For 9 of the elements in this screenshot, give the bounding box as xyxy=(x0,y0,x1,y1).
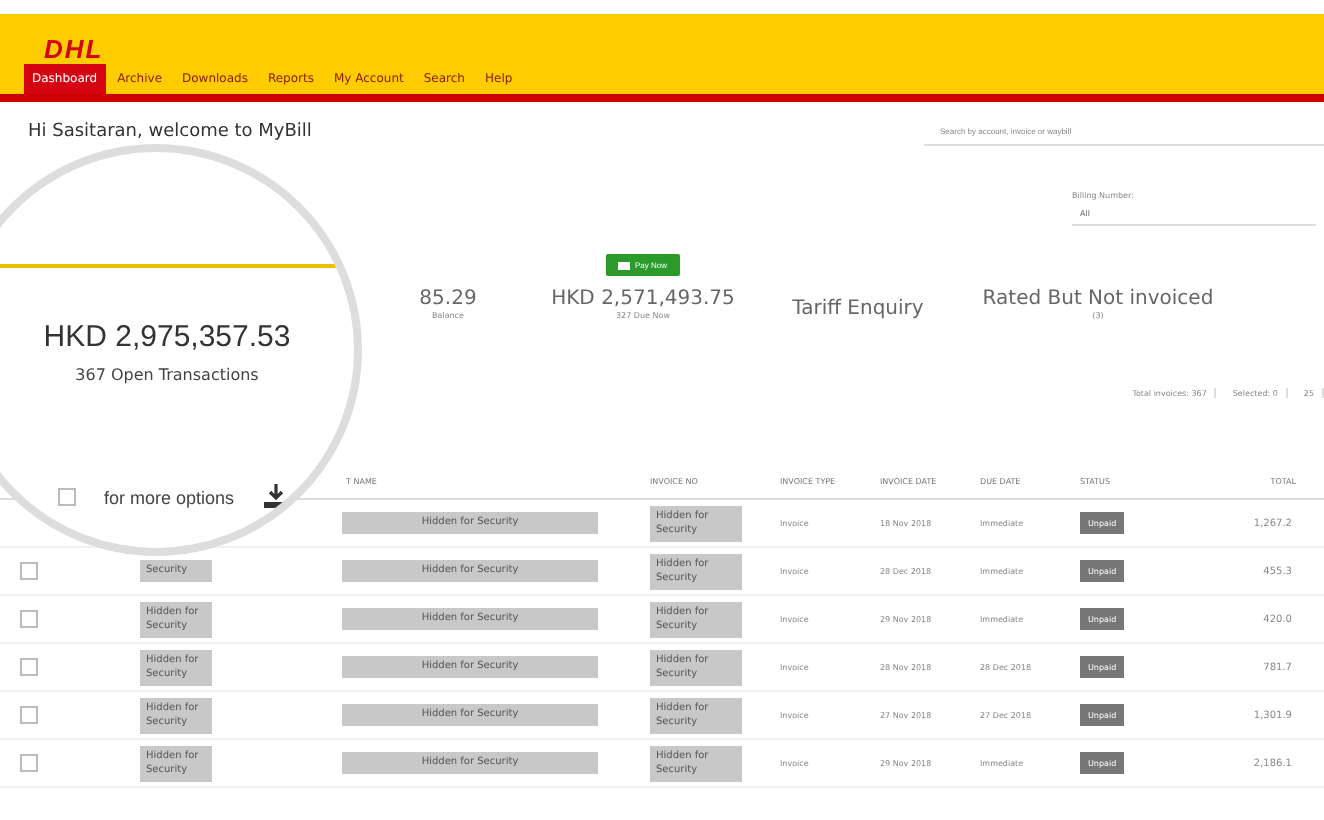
open-transactions-caption: 367 Open Transactions xyxy=(75,366,259,384)
summary-amount: Rated But Not invoiced xyxy=(982,288,1214,310)
greeting-text: Hi Sasitaran, welcome to MyBill xyxy=(28,122,312,142)
dhl-logo: DHL xyxy=(44,34,104,64)
open-amount: HKD 2,975,357.53 xyxy=(43,320,291,354)
summary-amount: Tariff Enquiry xyxy=(792,298,924,320)
summary-amount: HKD 2,571,493.75 xyxy=(551,288,735,310)
options-hint: for more options xyxy=(104,487,235,507)
summary-amount: 85.29 xyxy=(419,288,477,310)
